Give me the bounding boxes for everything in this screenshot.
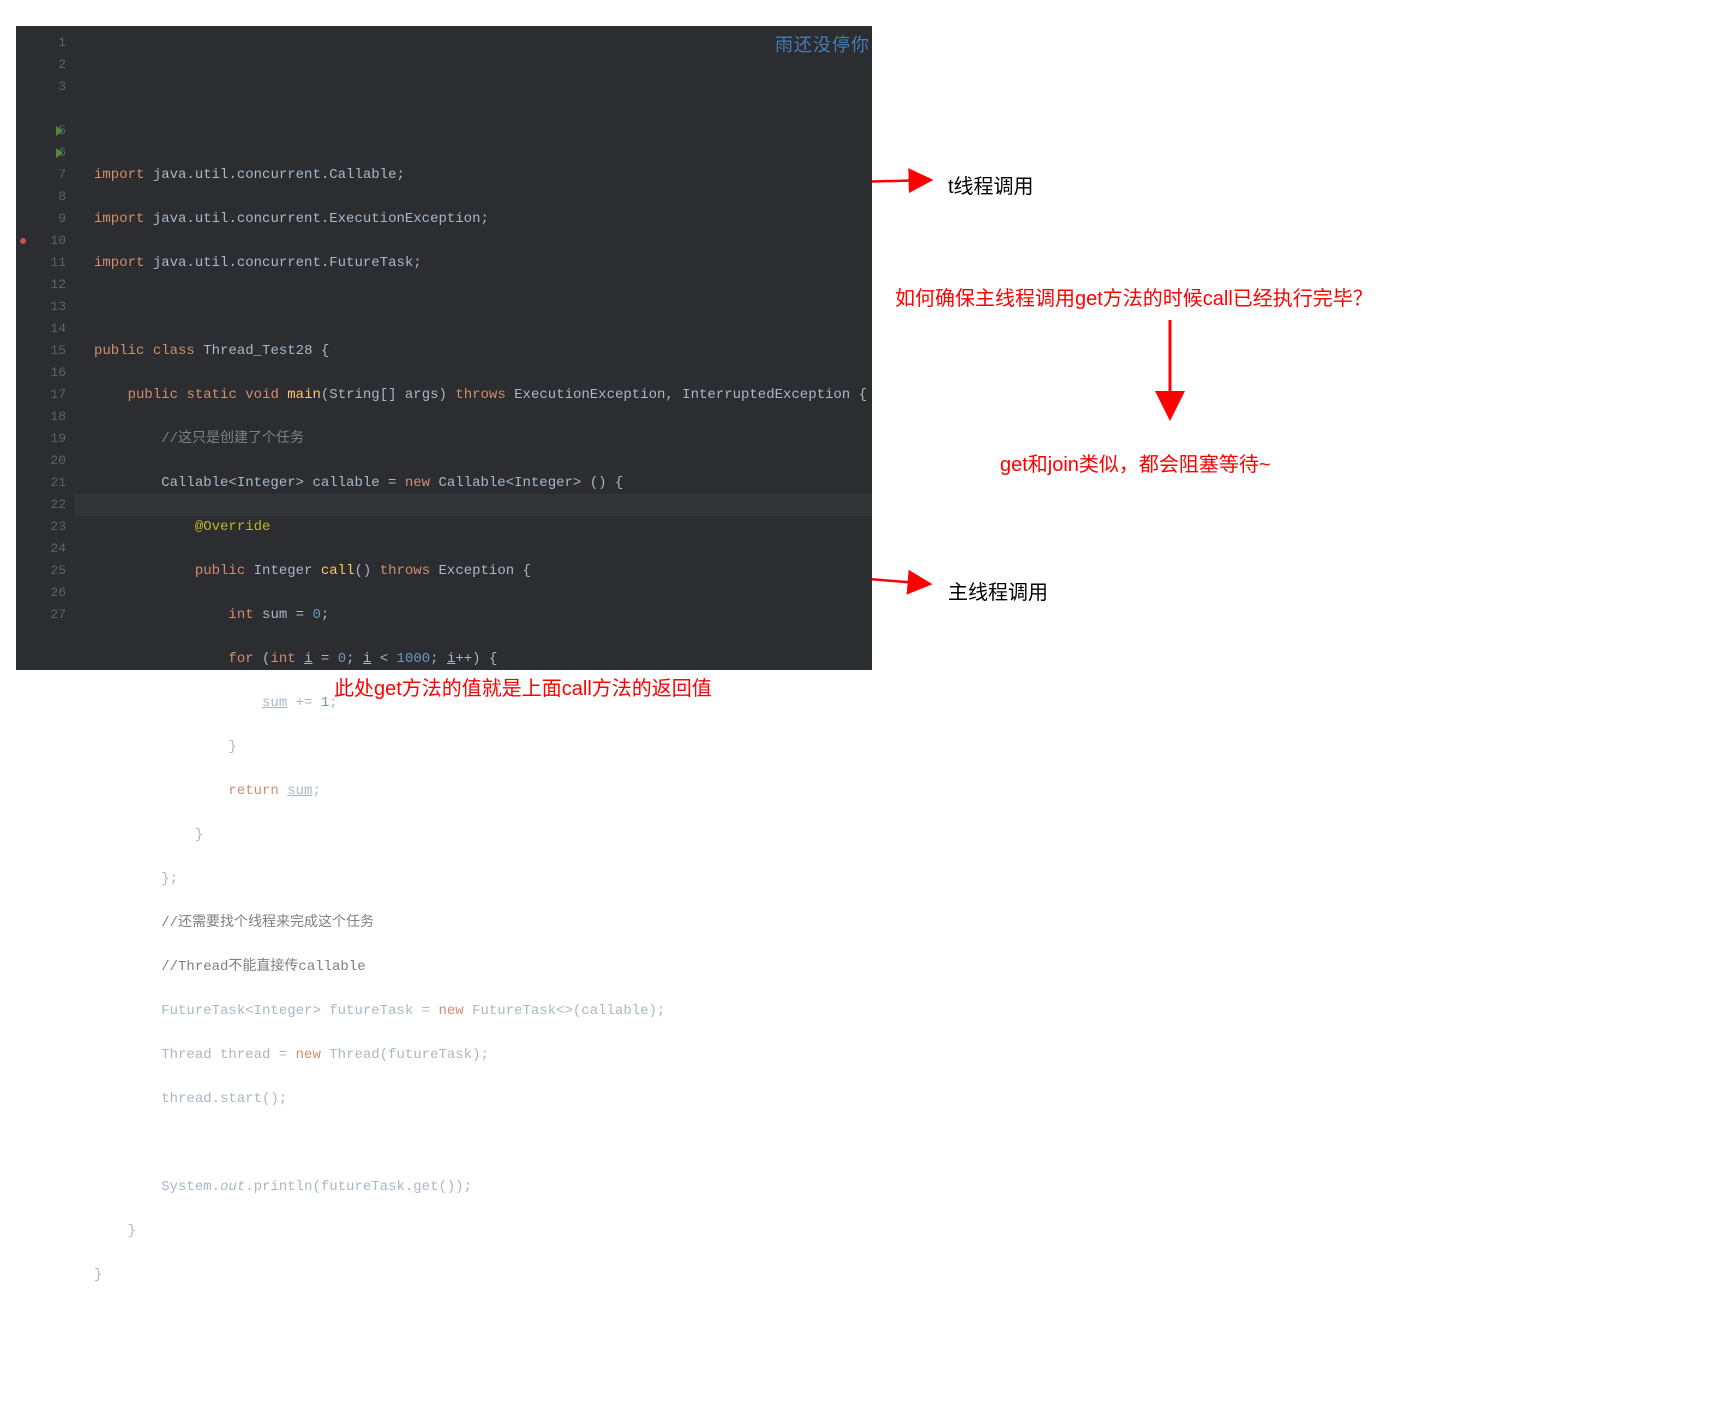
code-line: public class Thread_Test28 { <box>94 340 872 362</box>
code-line: Callable<Integer> callable = new Callabl… <box>94 472 872 494</box>
gutter: 1 2 3 5 6 7 8 9 10 11 12 13 14 15 16 17 … <box>16 26 74 670</box>
code-line: System.out.println(futureTask.get()); <box>94 1176 872 1198</box>
gutter-line: 10 <box>16 230 74 252</box>
watermark: 雨还没停你 <box>775 34 870 56</box>
gutter-line: 14 <box>16 318 74 340</box>
code-line: sum += 1; <box>94 692 872 714</box>
gutter-line: 20 <box>16 450 74 472</box>
code-line: } <box>94 1220 872 1242</box>
gutter-line: 11 <box>16 252 74 274</box>
gutter-line: 7 <box>16 164 74 186</box>
gutter-line <box>16 98 74 120</box>
gutter-line: 16 <box>16 362 74 384</box>
gutter-line: 8 <box>16 186 74 208</box>
gutter-line: 23 <box>16 516 74 538</box>
code-line: //这只是创建了个任务 <box>94 428 872 450</box>
gutter-line: 3 <box>16 76 74 98</box>
gutter-line: 2 <box>16 54 74 76</box>
gutter-line: 22 <box>16 494 74 516</box>
gutter-line: 19 <box>16 428 74 450</box>
code-line: import java.util.concurrent.Callable; <box>94 164 872 186</box>
code-editor: 1 2 3 5 6 7 8 9 10 11 12 13 14 15 16 17 … <box>16 26 872 670</box>
code-line: }; <box>94 868 872 890</box>
gutter-line: 6 <box>16 142 74 164</box>
gutter-line: 13 <box>16 296 74 318</box>
code-line: } <box>94 1264 872 1286</box>
code-area[interactable]: 雨还没停你 import java.util.concurrent.Callab… <box>74 26 872 670</box>
code-line: } <box>94 736 872 758</box>
code-line: public Integer call() throws Exception { <box>94 560 872 582</box>
code-line: Thread thread = new Thread(futureTask); <box>94 1044 872 1066</box>
code-line <box>94 296 872 318</box>
code-line: } <box>94 824 872 846</box>
code-line: public static void main(String[] args) t… <box>94 384 872 406</box>
run-gutter-icon[interactable] <box>56 148 63 158</box>
annotation-t-thread: t线程调用 <box>948 170 1034 199</box>
code-line <box>94 1308 872 1330</box>
gutter-line: 18 <box>16 406 74 428</box>
code-line: thread.start(); <box>94 1088 872 1110</box>
annotation-main-thread: 主线程调用 <box>948 576 1048 605</box>
code-line: import java.util.concurrent.FutureTask; <box>94 252 872 274</box>
gutter-line: 27 <box>16 604 74 626</box>
gutter-line: 5 <box>16 120 74 142</box>
annotation-get-join: get和join类似，都会阻塞等待~ <box>1000 448 1271 477</box>
code-line: import java.util.concurrent.ExecutionExc… <box>94 208 872 230</box>
annotation-question: 如何确保主线程调用get方法的时候call已经执行完毕？ <box>895 282 1373 311</box>
gutter-line: 17 <box>16 384 74 406</box>
gutter-line: 9 <box>16 208 74 230</box>
gutter-line: 15 <box>16 340 74 362</box>
code-line: return sum; <box>94 780 872 802</box>
gutter-line: 1 <box>16 32 74 54</box>
code-line: FutureTask<Integer> futureTask = new Fut… <box>94 1000 872 1022</box>
gutter-line: 25 <box>16 560 74 582</box>
code-line: //Thread不能直接传callable <box>94 956 872 978</box>
gutter-line: 24 <box>16 538 74 560</box>
code-line: //还需要找个线程来完成这个任务 <box>94 912 872 934</box>
code-line: for (int i = 0; i < 1000; i++) { <box>94 648 872 670</box>
override-gutter-icon[interactable] <box>20 238 26 244</box>
run-gutter-icon[interactable] <box>56 126 63 136</box>
code-line: int sum = 0; <box>94 604 872 626</box>
code-line: @Override <box>94 516 872 538</box>
gutter-line: 26 <box>16 582 74 604</box>
gutter-line: 21 <box>16 472 74 494</box>
code-line <box>94 1132 872 1154</box>
gutter-line: 12 <box>16 274 74 296</box>
